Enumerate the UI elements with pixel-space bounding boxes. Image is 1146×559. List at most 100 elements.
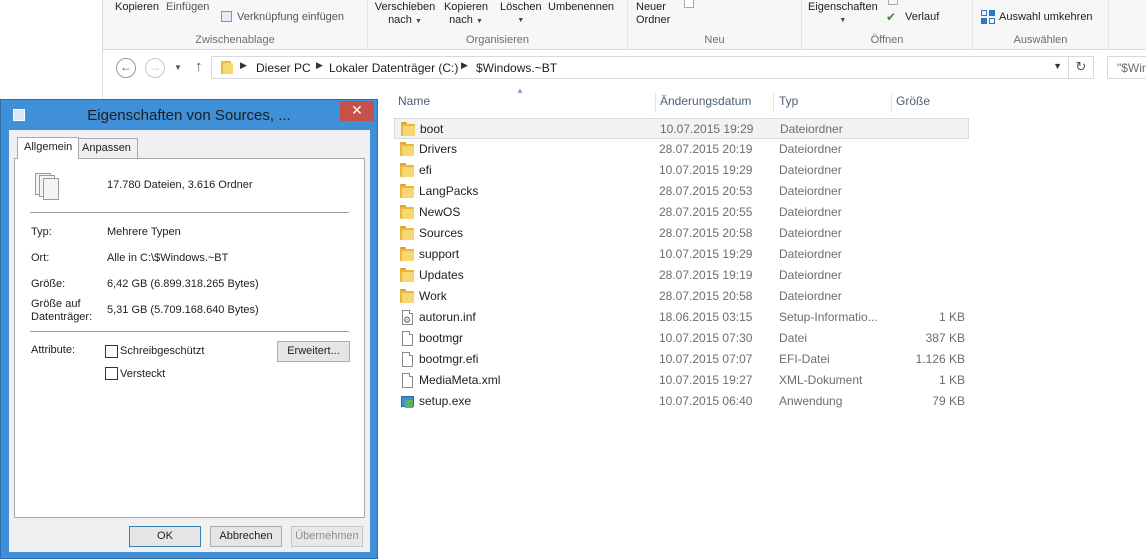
breadcrumb-this-pc[interactable]: Dieser PC — [256, 61, 311, 75]
file-row[interactable]: Drivers 28.07.2015 20:19 Dateiordner — [394, 139, 969, 160]
back-button[interactable]: ← — [116, 58, 136, 78]
history-icon: ✔ — [886, 10, 897, 24]
folder-icon — [399, 289, 415, 304]
tab-customize[interactable]: Anpassen — [75, 138, 138, 158]
size-label: Größe: — [31, 278, 66, 290]
back-arrow-icon: ← — [120, 60, 132, 74]
cancel-button[interactable]: Abbrechen — [210, 526, 282, 547]
file-name: NewOS — [419, 205, 461, 219]
breadcrumb-chevron-icon[interactable]: ▶ — [240, 60, 247, 71]
file-count-summary: 17.780 Dateien, 3.616 Ordner — [107, 179, 253, 191]
new-folder-button[interactable]: Neuer Ordner — [636, 1, 670, 27]
dropdown-arrow-icon: ▼ — [414, 18, 422, 25]
invert-selection-button[interactable]: Auswahl umkehren — [999, 11, 1093, 24]
file-row[interactable]: Updates 28.07.2015 19:19 Dateiordner — [394, 265, 969, 286]
properties-label: Eigenschaften — [808, 1, 878, 13]
copy-button[interactable]: Kopieren — [115, 1, 159, 14]
shortcut-icon — [221, 11, 232, 22]
file-date: 10.07.2015 19:27 — [659, 373, 753, 387]
breadcrumb-windows-bt[interactable]: $Windows.~BT — [476, 61, 557, 75]
size-on-disk-label-2: Datenträger: — [31, 311, 93, 323]
readonly-label[interactable]: Schreibgeschützt — [120, 345, 204, 357]
file-name: efi — [419, 163, 432, 177]
tab-general[interactable]: Allgemein — [17, 137, 80, 159]
hidden-label[interactable]: Versteckt — [120, 368, 165, 380]
multiple-files-icon — [35, 169, 63, 203]
search-input[interactable]: "$Win — [1107, 56, 1146, 79]
group-label-new: Neu — [704, 34, 725, 46]
refresh-button[interactable]: ↻ — [1069, 56, 1094, 79]
file-row[interactable]: Sources 28.07.2015 20:58 Dateiordner — [394, 223, 969, 244]
copy-to-button[interactable]: Kopieren nach ▼ — [440, 1, 492, 28]
file-date: 28.07.2015 20:19 — [659, 142, 753, 156]
file-row[interactable]: efi 10.07.2015 19:29 Dateiordner — [394, 160, 969, 181]
ok-button[interactable]: OK — [129, 526, 201, 547]
breadcrumb-local-disk[interactable]: Lokaler Datenträger (C:) — [329, 61, 458, 75]
folder-icon — [399, 142, 415, 157]
setup-exe-icon — [399, 394, 415, 409]
file-size: 1 KB — [938, 373, 965, 387]
address-box[interactable]: ▶ Dieser PC ▶ Lokaler Datenträger (C:) ▶… — [211, 56, 1069, 79]
file-row[interactable]: MediaMeta.xml 10.07.2015 19:27 XML-Dokumen… — [394, 370, 969, 391]
file-row[interactable]: bootmgr.efi 10.07.2015 07:07 EFI-Datei 1.12… — [394, 349, 969, 370]
paste-button[interactable]: Einfügen — [166, 1, 209, 14]
delete-button[interactable]: Löschen ▼ — [500, 1, 542, 27]
dropdown-arrow-icon: ▼ — [475, 18, 483, 25]
move-to-button[interactable]: Verschieben nach ▼ — [373, 1, 437, 28]
file-date: 28.07.2015 20:55 — [659, 205, 753, 219]
paste-shortcut-button[interactable]: Verknüpfung einfügen — [237, 11, 344, 24]
ribbon: Kopieren Einfügen Verknüpfung einfügen Z… — [103, 0, 1146, 50]
column-header-name[interactable]: Name — [394, 93, 656, 113]
settings-file-icon: ⚙ — [399, 310, 415, 325]
column-header-type[interactable]: Typ — [775, 93, 892, 113]
file-type: Dateiordner — [780, 122, 843, 136]
readonly-checkbox[interactable] — [105, 345, 118, 358]
up-arrow-icon[interactable]: ↑ — [195, 58, 203, 75]
column-header-size[interactable]: Größe — [892, 93, 970, 113]
file-name: setup.exe — [419, 394, 472, 408]
file-icon — [399, 352, 415, 367]
column-header-date[interactable]: Änderungsdatum — [656, 93, 774, 113]
close-icon: ✕ — [351, 102, 363, 118]
size-value: 6,42 GB (6.899.318.265 Bytes) — [107, 278, 259, 290]
location-value: Alle in C:\$Windows.~BT — [107, 252, 229, 264]
file-date: 10.07.2015 19:29 — [659, 163, 753, 177]
close-button[interactable]: ✕ — [340, 101, 374, 121]
breadcrumb-chevron-icon[interactable]: ▶ — [461, 60, 468, 71]
file-name: LangPacks — [419, 184, 479, 198]
apply-button[interactable]: Übernehmen — [291, 526, 363, 547]
file-name: bootmgr.efi — [419, 352, 479, 366]
address-history-chevron-icon[interactable]: ▼ — [1053, 61, 1062, 71]
file-date: 10.07.2015 07:07 — [659, 352, 753, 366]
forward-arrow-icon: → — [149, 60, 161, 74]
folder-icon — [399, 205, 415, 220]
refresh-icon: ↻ — [1075, 59, 1087, 74]
properties-button[interactable]: Eigenschaften ▼ — [808, 1, 878, 27]
file-row[interactable]: support 10.07.2015 19:29 Dateiordner — [394, 244, 969, 265]
breadcrumb-chevron-icon[interactable]: ▶ — [316, 60, 323, 71]
file-row[interactable]: bootmgr 10.07.2015 07:30 Datei 387 KB — [394, 328, 969, 349]
advanced-button[interactable]: Erweitert... — [277, 341, 350, 362]
file-type: Dateiordner — [779, 268, 842, 282]
ribbon-group-clipboard: Kopieren Einfügen Verknüpfung einfügen Z… — [103, 0, 368, 49]
copy-to-label-2: nach — [449, 14, 473, 26]
file-row[interactable]: LangPacks 28.07.2015 20:53 Dateiordner — [394, 181, 969, 202]
file-row[interactable]: Work 28.07.2015 20:58 Dateiordner — [394, 286, 969, 307]
file-name: bootmgr — [419, 331, 464, 345]
file-name: boot — [420, 122, 444, 136]
file-row[interactable]: ⚙ autorun.inf 18.06.2015 03:15 Setup-Inform… — [394, 307, 969, 328]
file-date: 10.07.2015 07:30 — [659, 331, 753, 345]
forward-button[interactable]: → — [145, 58, 165, 78]
hidden-checkbox[interactable] — [105, 367, 118, 380]
recent-locations-dropdown-icon[interactable]: ▼ — [174, 63, 182, 72]
file-row[interactable]: boot 10.07.2015 19:29 Dateiordner — [394, 118, 969, 139]
file-row[interactable]: NewOS 28.07.2015 20:55 Dateiordner — [394, 202, 969, 223]
file-row[interactable]: setup.exe 10.07.2015 06:40 Anwendung 79 KB — [394, 391, 969, 412]
history-button[interactable]: Verlauf — [905, 11, 939, 24]
new-item-icon — [684, 0, 694, 8]
file-name: Sources — [419, 226, 464, 240]
file-type: Dateiordner — [779, 163, 842, 177]
rename-button[interactable]: Umbenennen — [548, 1, 614, 14]
file-date: 10.07.2015 19:29 — [660, 122, 754, 136]
dialog-titlebar[interactable]: Eigenschaften von Sources, ... ✕ — [1, 100, 377, 130]
